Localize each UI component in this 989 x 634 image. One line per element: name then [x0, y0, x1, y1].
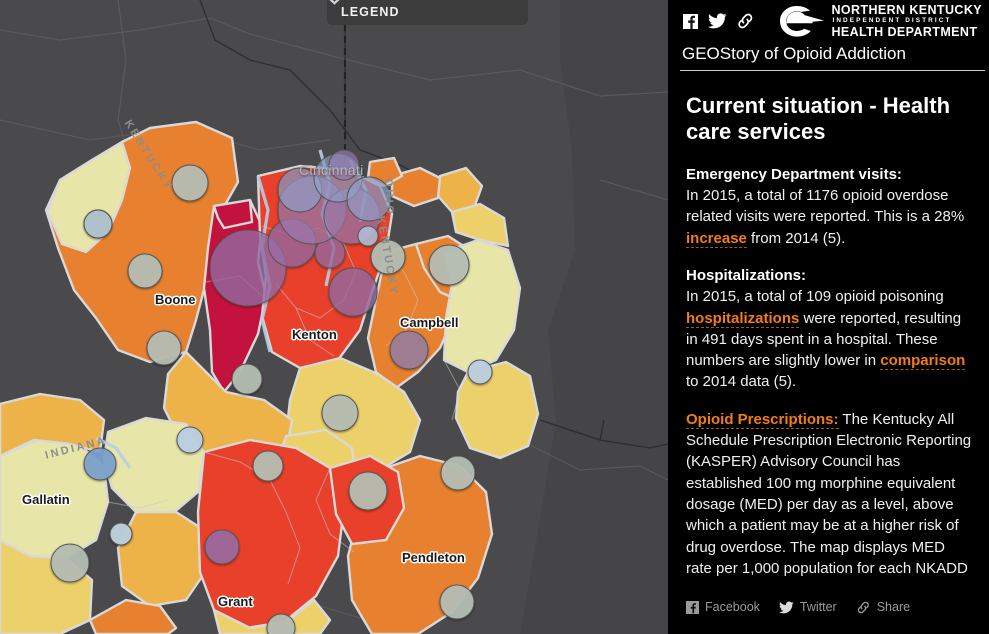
twitter-icon [778, 601, 794, 613]
heading-hospitalizations: Hospitalizations: [686, 266, 807, 284]
facebook-icon [686, 600, 699, 614]
twitter-icon[interactable] [708, 13, 727, 29]
story-panel: NORTHERN KENTUCKY INDEPENDENT DISTRICT H… [668, 0, 989, 634]
text-prescriptions: The Kentucky All Schedule Prescription E… [686, 410, 972, 583]
nkyhealth-logo[interactable]: NORTHERN KENTUCKY INDEPENDENT DISTRICT H… [780, 4, 982, 38]
paragraph-emergency: Emergency Department visits: In 2015, a … [686, 164, 973, 249]
nkyhealth-logo-mark [780, 5, 825, 37]
footer-share-link[interactable]: Share [856, 600, 910, 614]
paragraph-hospitalizations: Hospitalizations: In 2015, a total of 10… [686, 265, 973, 393]
map-canvas[interactable]: LEGEND Boone Kenton Campbell Gallatin Grant P… [0, 0, 668, 634]
legend-panel[interactable]: LEGEND [327, 0, 528, 25]
panel-header: NORTHERN KENTUCKY INDEPENDENT DISTRICT H… [668, 0, 989, 71]
legend-label: LEGEND [341, 5, 400, 19]
logo-line2: INDEPENDENT DISTRICT [832, 17, 952, 24]
logo-line1: NORTHERN KENTUCKY [831, 3, 982, 17]
map-graphic [0, 0, 668, 634]
chevron-down-icon [329, 0, 340, 5]
logo-line3: HEALTH DEPARTMENT [831, 24, 978, 39]
nkyhealth-logo-text: NORTHERN KENTUCKY INDEPENDENT DISTRICT H… [831, 4, 982, 38]
city-label-cincinnati: Cincinnati [299, 162, 364, 178]
footer-twitter-link[interactable]: Twitter [778, 600, 837, 614]
link-hospitalizations[interactable]: hospitalizations [686, 309, 800, 328]
text-emergency-after: from 2014 (5). [746, 229, 846, 247]
text-hosp-after: to 2014 data (5). [686, 373, 797, 391]
paragraph-prescriptions: Opioid Prescriptions: The Kentucky All S… [686, 409, 973, 583]
link-icon[interactable] [736, 13, 755, 29]
facebook-icon[interactable] [682, 13, 699, 30]
link-opioid-prescriptions[interactable]: Opioid Prescriptions: [686, 410, 839, 429]
link-increase[interactable]: increase [686, 229, 747, 248]
link-comparison[interactable]: comparison [880, 352, 966, 371]
link-icon [857, 601, 869, 613]
heading-emergency: Emergency Department visits: [686, 165, 902, 183]
state-label-ohio-1: OHIO [382, 178, 396, 217]
panel-footer: Facebook Twitter Share [686, 600, 910, 614]
footer-facebook-link[interactable]: Facebook [686, 600, 760, 614]
footer-share-label: Share [876, 600, 911, 614]
text-emergency-before: In 2015, a total of 1176 opioid overdose… [686, 187, 965, 226]
story-title: GEOStory of Opioid Addiction [682, 44, 906, 63]
text-hosp-before: In 2015, a total of 109 opioid poisoning [686, 288, 944, 306]
footer-facebook-label: Facebook [705, 600, 760, 614]
geostory-app: LEGEND Boone Kenton Campbell Gallatin Grant P… [0, 0, 989, 634]
panel-body: Current situation - Health care services… [668, 71, 989, 583]
footer-twitter-label: Twitter [799, 600, 837, 614]
section-title: Current situation - Health care services [686, 93, 951, 145]
